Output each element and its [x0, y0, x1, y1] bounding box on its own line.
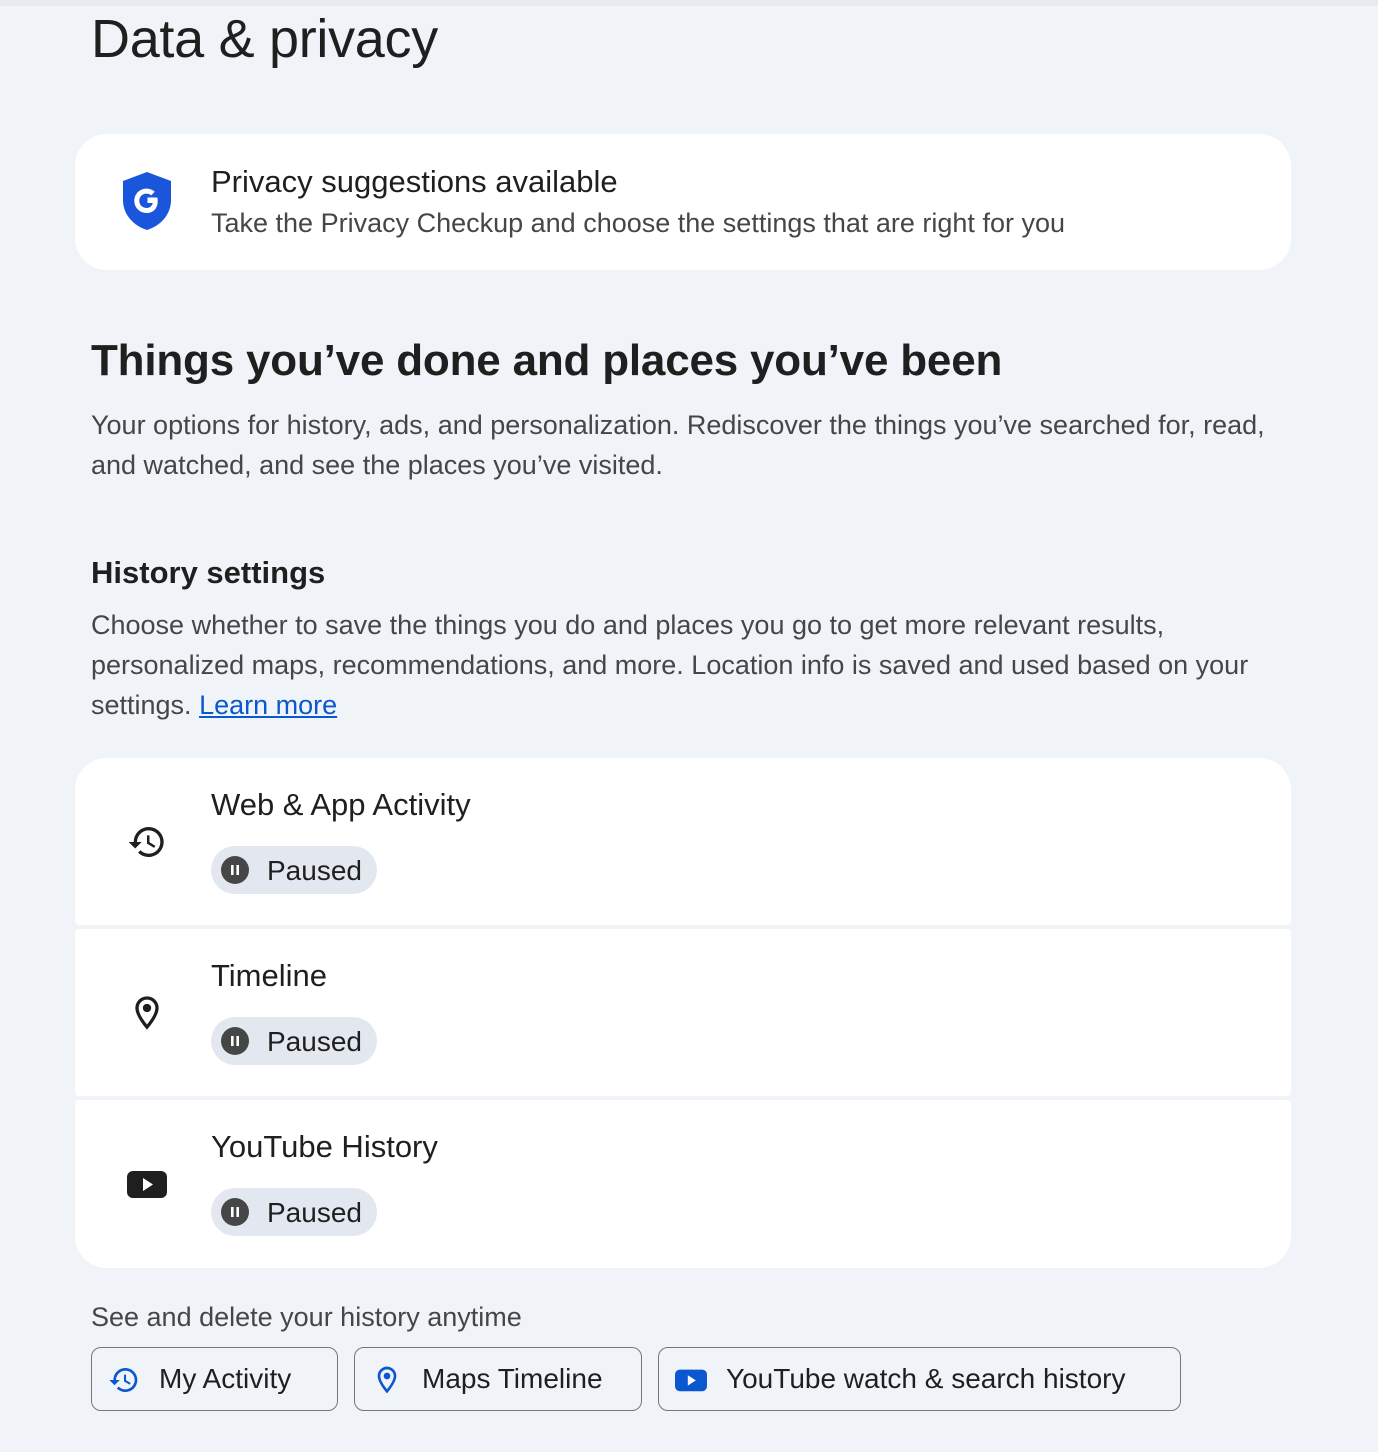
- youtube-icon: [675, 1364, 707, 1396]
- setting-timeline[interactable]: Timeline Paused: [75, 929, 1291, 1096]
- location-pin-icon: [127, 993, 167, 1033]
- pause-icon: [221, 1027, 249, 1055]
- button-label: Maps Timeline: [422, 1363, 603, 1394]
- pause-icon: [221, 1198, 249, 1226]
- my-activity-button[interactable]: My Activity: [91, 1347, 338, 1411]
- button-label: My Activity: [159, 1363, 292, 1394]
- history-icon: [108, 1364, 140, 1396]
- setting-title: Web & App Activity: [211, 787, 471, 822]
- pause-icon: [221, 856, 249, 884]
- setting-web-app-activity[interactable]: Web & App Activity Paused: [75, 758, 1291, 925]
- setting-title: Timeline: [211, 958, 327, 993]
- page-title: Data & privacy: [91, 9, 438, 69]
- suggestion-description: Take the Privacy Checkup and choose the …: [211, 208, 1065, 238]
- setting-title: YouTube History: [211, 1129, 438, 1164]
- google-shield-icon: [119, 170, 175, 232]
- status-chip: Paused: [211, 1017, 377, 1065]
- youtube-history-button[interactable]: YouTube watch & search history: [658, 1347, 1181, 1411]
- history-icon: [127, 822, 167, 862]
- history-settings-list: Web & App Activity Paused Timeline Pause…: [75, 758, 1291, 1268]
- history-settings-title: History settings: [91, 555, 326, 590]
- status-chip: Paused: [211, 1188, 377, 1236]
- button-label: YouTube watch & search history: [726, 1363, 1126, 1394]
- status-label: Paused: [267, 855, 362, 886]
- privacy-suggestions-card[interactable]: Privacy suggestions available Take the P…: [75, 134, 1291, 270]
- youtube-icon: [127, 1164, 167, 1204]
- section-title: Things you’ve done and places you’ve bee…: [91, 336, 1003, 385]
- status-label: Paused: [267, 1026, 362, 1057]
- location-pin-icon: [371, 1364, 403, 1396]
- history-settings-description: Choose whether to save the things you do…: [91, 605, 1291, 725]
- maps-timeline-button[interactable]: Maps Timeline: [354, 1347, 642, 1411]
- section-description: Your options for history, ads, and perso…: [91, 410, 1265, 480]
- history-links-label: See and delete your history anytime: [91, 1302, 522, 1332]
- learn-more-link[interactable]: Learn more: [199, 690, 337, 720]
- status-label: Paused: [267, 1197, 362, 1228]
- suggestion-title: Privacy suggestions available: [211, 164, 618, 199]
- top-divider: [0, 0, 1378, 6]
- setting-youtube-history[interactable]: YouTube History Paused: [75, 1100, 1291, 1268]
- status-chip: Paused: [211, 846, 377, 894]
